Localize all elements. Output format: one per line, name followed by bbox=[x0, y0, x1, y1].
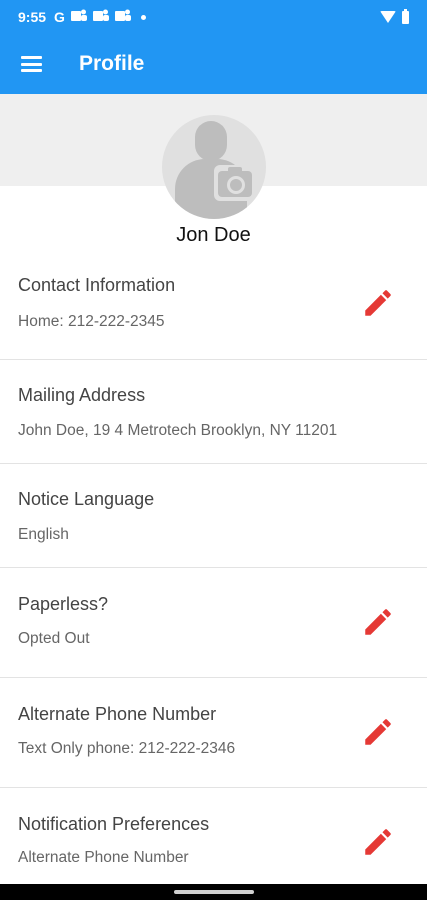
section-notification-preferences: Notification Preferences Alternate Phone… bbox=[0, 788, 427, 884]
google-icon: G bbox=[54, 9, 65, 25]
status-bar: 9:55 G bbox=[0, 0, 427, 34]
battery-icon bbox=[402, 8, 409, 24]
edit-alternate-phone-button[interactable] bbox=[359, 713, 397, 751]
section-mailing-address: Mailing Address John Doe, 19 4 Metrotech… bbox=[0, 360, 427, 464]
section-label: Notification Preferences bbox=[18, 814, 210, 834]
section-label: Contact Information bbox=[18, 275, 176, 295]
section-value: Text Only phone: 212-222-2346 bbox=[18, 740, 236, 757]
pencil-icon bbox=[365, 609, 391, 635]
section-paperless: Paperless? Opted Out bbox=[0, 568, 427, 678]
section-label: Mailing Address bbox=[18, 385, 146, 405]
section-value: Home: 212-222-2345 bbox=[18, 313, 165, 330]
edit-paperless-button[interactable] bbox=[359, 603, 397, 641]
teams-icon bbox=[70, 9, 87, 26]
person-head-icon bbox=[195, 121, 227, 161]
teams-icon bbox=[114, 9, 131, 26]
section-alternate-phone: Alternate Phone Number Text Only phone: … bbox=[0, 678, 427, 788]
pencil-icon bbox=[365, 719, 391, 745]
section-label: Notice Language bbox=[18, 489, 155, 509]
home-gesture-handle[interactable] bbox=[174, 890, 254, 894]
page-title: Profile bbox=[79, 52, 145, 75]
section-value: Alternate Phone Number bbox=[18, 849, 189, 866]
section-notice-language: Notice Language English bbox=[0, 464, 427, 568]
section-value: English bbox=[18, 526, 69, 543]
pencil-icon bbox=[365, 290, 391, 316]
app-bar: Profile bbox=[0, 34, 427, 94]
wifi-icon bbox=[380, 11, 396, 23]
notification-dot-icon bbox=[140, 14, 146, 20]
system-navigation-bar bbox=[0, 884, 427, 900]
section-label: Alternate Phone Number bbox=[18, 704, 217, 724]
section-value: Opted Out bbox=[18, 630, 90, 647]
teams-icon bbox=[92, 9, 109, 26]
section-value: John Doe, 19 4 Metrotech Brooklyn, NY 11… bbox=[18, 422, 338, 439]
status-time: 9:55 bbox=[18, 9, 47, 25]
section-label: Paperless? bbox=[18, 594, 109, 614]
edit-contact-button[interactable] bbox=[359, 284, 397, 322]
profile-avatar[interactable] bbox=[162, 115, 266, 219]
section-contact-information: Contact Information Home: 212-222-2345 bbox=[0, 262, 427, 360]
hamburger-menu-icon bbox=[20, 56, 42, 72]
menu-button[interactable] bbox=[0, 34, 62, 94]
camera-icon bbox=[214, 165, 256, 201]
profile-name: Jon Doe bbox=[176, 224, 251, 246]
edit-notification-preferences-button[interactable] bbox=[359, 823, 397, 861]
pencil-icon bbox=[365, 829, 391, 855]
